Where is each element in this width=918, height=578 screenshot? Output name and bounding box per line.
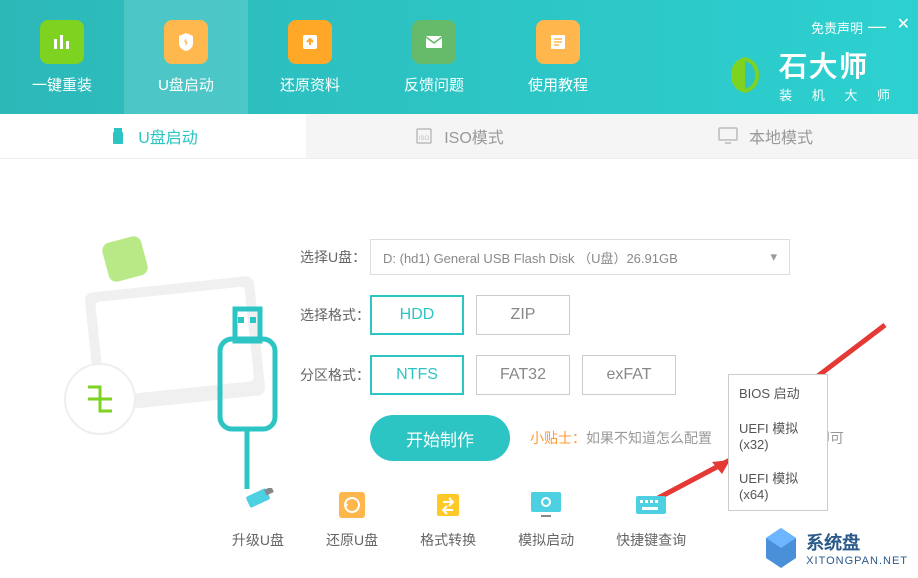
tool-label: 快捷键查询	[616, 530, 686, 550]
popup-item-bios[interactable]: BIOS 启动	[729, 375, 827, 410]
nav-label: U盘启动	[158, 74, 214, 95]
nav-reinstall[interactable]: 一键重装	[0, 0, 124, 114]
format-option-hdd[interactable]: HDD	[370, 295, 464, 335]
tool-hotkey-query[interactable]: 快捷键查询	[616, 488, 686, 550]
usb-select-label: 选择U盘：	[300, 247, 370, 267]
restore-icon	[333, 488, 371, 522]
usb-illustration	[50, 189, 300, 469]
usb-upgrade-icon	[239, 488, 277, 522]
close-button[interactable]: ✕	[897, 14, 910, 34]
svg-text:ISO: ISO	[419, 136, 430, 142]
partition-option-exfat[interactable]: exFAT	[582, 355, 676, 395]
tool-restore-usb[interactable]: 还原U盘	[326, 488, 378, 550]
mail-icon	[412, 20, 456, 64]
partition-label: 分区格式：	[300, 365, 370, 385]
monitor-icon	[717, 126, 739, 146]
tool-label: 模拟启动	[518, 530, 574, 550]
start-create-button[interactable]: 开始制作	[370, 415, 510, 461]
bars-icon	[40, 20, 84, 64]
watermark-url: XITONGPAN.NET	[806, 555, 908, 567]
nav-label: 一键重装	[32, 74, 92, 95]
watermark: 系统盘 XITONGPAN.NET	[756, 523, 908, 573]
tool-simulate-boot[interactable]: 模拟启动	[518, 488, 574, 550]
upload-icon	[288, 20, 332, 64]
tab-usb-boot[interactable]: U盘启动	[0, 114, 306, 158]
chevron-down-icon: ▾	[770, 249, 777, 265]
tab-label: U盘启动	[138, 124, 198, 148]
shield-icon	[164, 20, 208, 64]
tool-label: 还原U盘	[326, 530, 378, 550]
boot-mode-popup: BIOS 启动 UEFI 模拟(x32) UEFI 模拟(x64)	[728, 374, 828, 511]
brand-title: 石大师	[779, 45, 898, 85]
book-icon	[536, 20, 580, 64]
simulate-icon	[527, 488, 565, 522]
partition-option-fat32[interactable]: FAT32	[476, 355, 570, 395]
popup-item-uefi-x64[interactable]: UEFI 模拟(x64)	[729, 460, 827, 510]
brand-subtitle: 装 机 大 师	[779, 85, 898, 104]
tip-label: 小贴士：	[530, 430, 586, 446]
usb-select-value: D: (hd1) General USB Flash Disk （U盘）26.9…	[383, 248, 678, 267]
minimize-button[interactable]: —	[868, 16, 886, 37]
brand-logo: 石大师 装 机 大 师	[721, 45, 898, 104]
popup-item-uefi-x32[interactable]: UEFI 模拟(x32)	[729, 410, 827, 460]
tab-iso-mode[interactable]: ISO ISO模式	[306, 114, 612, 158]
tool-label: 格式转换	[420, 530, 476, 550]
format-label: 选择格式：	[300, 305, 370, 325]
nav-label: 使用教程	[528, 74, 588, 95]
usb-select-dropdown[interactable]: D: (hd1) General USB Flash Disk （U盘）26.9…	[370, 239, 790, 275]
watermark-title: 系统盘	[806, 529, 908, 555]
nav-restore[interactable]: 还原资料	[248, 0, 372, 114]
tool-upgrade-usb[interactable]: 升级U盘	[232, 488, 284, 550]
tab-local-mode[interactable]: 本地模式	[612, 114, 918, 158]
nav-label: 反馈问题	[404, 74, 464, 95]
nav-label: 还原资料	[280, 74, 340, 95]
keyboard-icon	[632, 488, 670, 522]
tab-label: ISO模式	[444, 124, 504, 148]
nav-tutorial[interactable]: 使用教程	[496, 0, 620, 114]
tab-label: 本地模式	[749, 124, 813, 148]
convert-icon	[429, 488, 467, 522]
tool-format-convert[interactable]: 格式转换	[420, 488, 476, 550]
usb-icon	[108, 126, 128, 146]
tip-content: 如果不知道怎么配置	[586, 430, 712, 446]
format-option-zip[interactable]: ZIP	[476, 295, 570, 335]
watermark-icon	[756, 523, 806, 573]
partition-option-ntfs[interactable]: NTFS	[370, 355, 464, 395]
iso-icon: ISO	[414, 126, 434, 146]
nav-usb-boot[interactable]: U盘启动	[124, 0, 248, 114]
logo-icon	[721, 51, 769, 99]
tool-label: 升级U盘	[232, 530, 284, 550]
disclaimer-link[interactable]: 免责声明	[811, 18, 863, 37]
nav-feedback[interactable]: 反馈问题	[372, 0, 496, 114]
